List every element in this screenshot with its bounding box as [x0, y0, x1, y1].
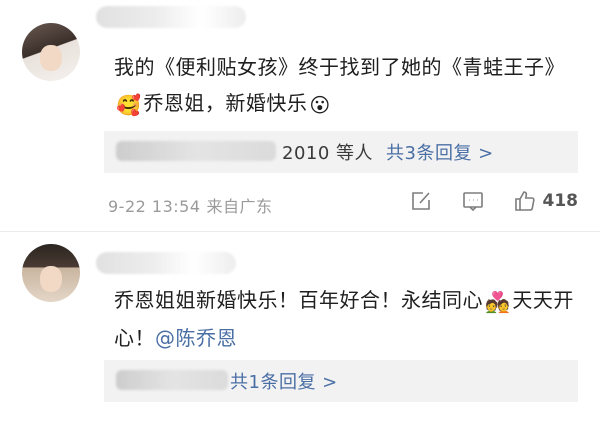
timestamp: 9-22 13:54: [108, 197, 201, 216]
comment-text: 我的《便利贴女孩》终于找到了她的《青蛙王子》 🥰 乔恩姐，新婚快乐 😮: [114, 49, 584, 123]
comment-icon[interactable]: [461, 189, 485, 213]
blushing-face-emoji: 🥰: [116, 93, 142, 117]
couple-with-heart-emoji: 💑: [485, 290, 511, 314]
reply-users-suffix: 2010 等人: [282, 143, 374, 164]
comment-text-part: 乔恩姐姐新婚快乐！百年好合！永结同心: [114, 288, 483, 312]
location: 来自广东: [206, 197, 273, 216]
comment-item: 我的《便利贴女孩》终于找到了她的《青蛙王子》 🥰 乔恩姐，新婚快乐 😮 2010 等人…: [0, 0, 600, 232]
comment-text: 乔恩姐姐新婚快乐！百年好合！永结同心 💑 天天开心！@陈乔恩: [114, 282, 584, 356]
reply-preview[interactable]: 2010 等人 共3条回复 >: [104, 131, 578, 173]
like-count: 418: [542, 191, 579, 211]
comment-text-part: 乔恩姐，新婚快乐: [143, 91, 308, 115]
comment-text-part: 我的《便利贴女孩》终于找到了她的《青蛙王子》: [114, 55, 565, 79]
comment-meta: 9-22 13:54 来自广东: [108, 193, 273, 217]
reply-users-redacted: [116, 141, 276, 161]
view-replies-link[interactable]: 共3条回复 >: [386, 139, 494, 165]
comment-actions: 418: [381, 189, 579, 213]
thumbs-up-icon[interactable]: [513, 189, 537, 213]
comment-item: 乔恩姐姐新婚快乐！百年好合！永结同心 💑 天天开心！@陈乔恩 共1条回复 >: [0, 232, 600, 428]
user-mention-link[interactable]: @陈乔恩: [155, 326, 237, 350]
view-replies-link[interactable]: 共1条回复 >: [230, 368, 338, 394]
avatar-face: [40, 45, 62, 71]
surprised-face-emoji: 😮: [309, 93, 331, 117]
username-redacted: [96, 6, 246, 28]
share-icon[interactable]: [409, 189, 433, 213]
username-redacted: [96, 252, 236, 274]
reply-users-redacted: [116, 370, 228, 390]
avatar-face: [40, 266, 62, 292]
avatar[interactable]: [22, 244, 80, 302]
reply-preview[interactable]: 共1条回复 >: [104, 360, 578, 402]
avatar[interactable]: [22, 23, 80, 81]
